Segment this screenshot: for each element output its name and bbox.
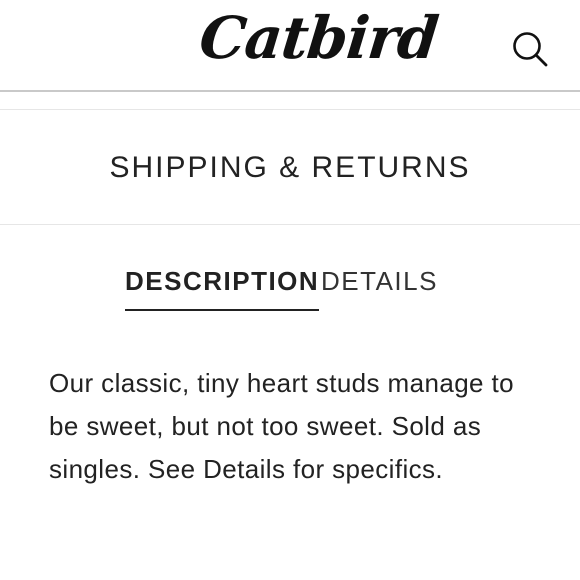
product-description: Our classic, tiny heart studs manage to …: [49, 368, 515, 484]
tab-description[interactable]: DESCRIPTION: [125, 266, 320, 311]
divider: [0, 224, 580, 225]
product-page: Catbird SHIPPING & RETURNS DESCRIPTION D…: [0, 0, 580, 580]
search-button[interactable]: [508, 30, 552, 74]
tab-details[interactable]: DETAILS: [321, 266, 438, 309]
site-header: Catbird: [0, 0, 580, 92]
shipping-returns-label: SHIPPING & RETURNS: [109, 150, 471, 184]
search-icon: [513, 32, 548, 67]
shipping-returns-toggle[interactable]: SHIPPING & RETURNS: [0, 111, 580, 224]
catbird-logo[interactable]: Catbird: [196, 4, 440, 72]
divider: [0, 109, 580, 110]
product-info-tabs: DESCRIPTION DETAILS: [0, 262, 580, 314]
